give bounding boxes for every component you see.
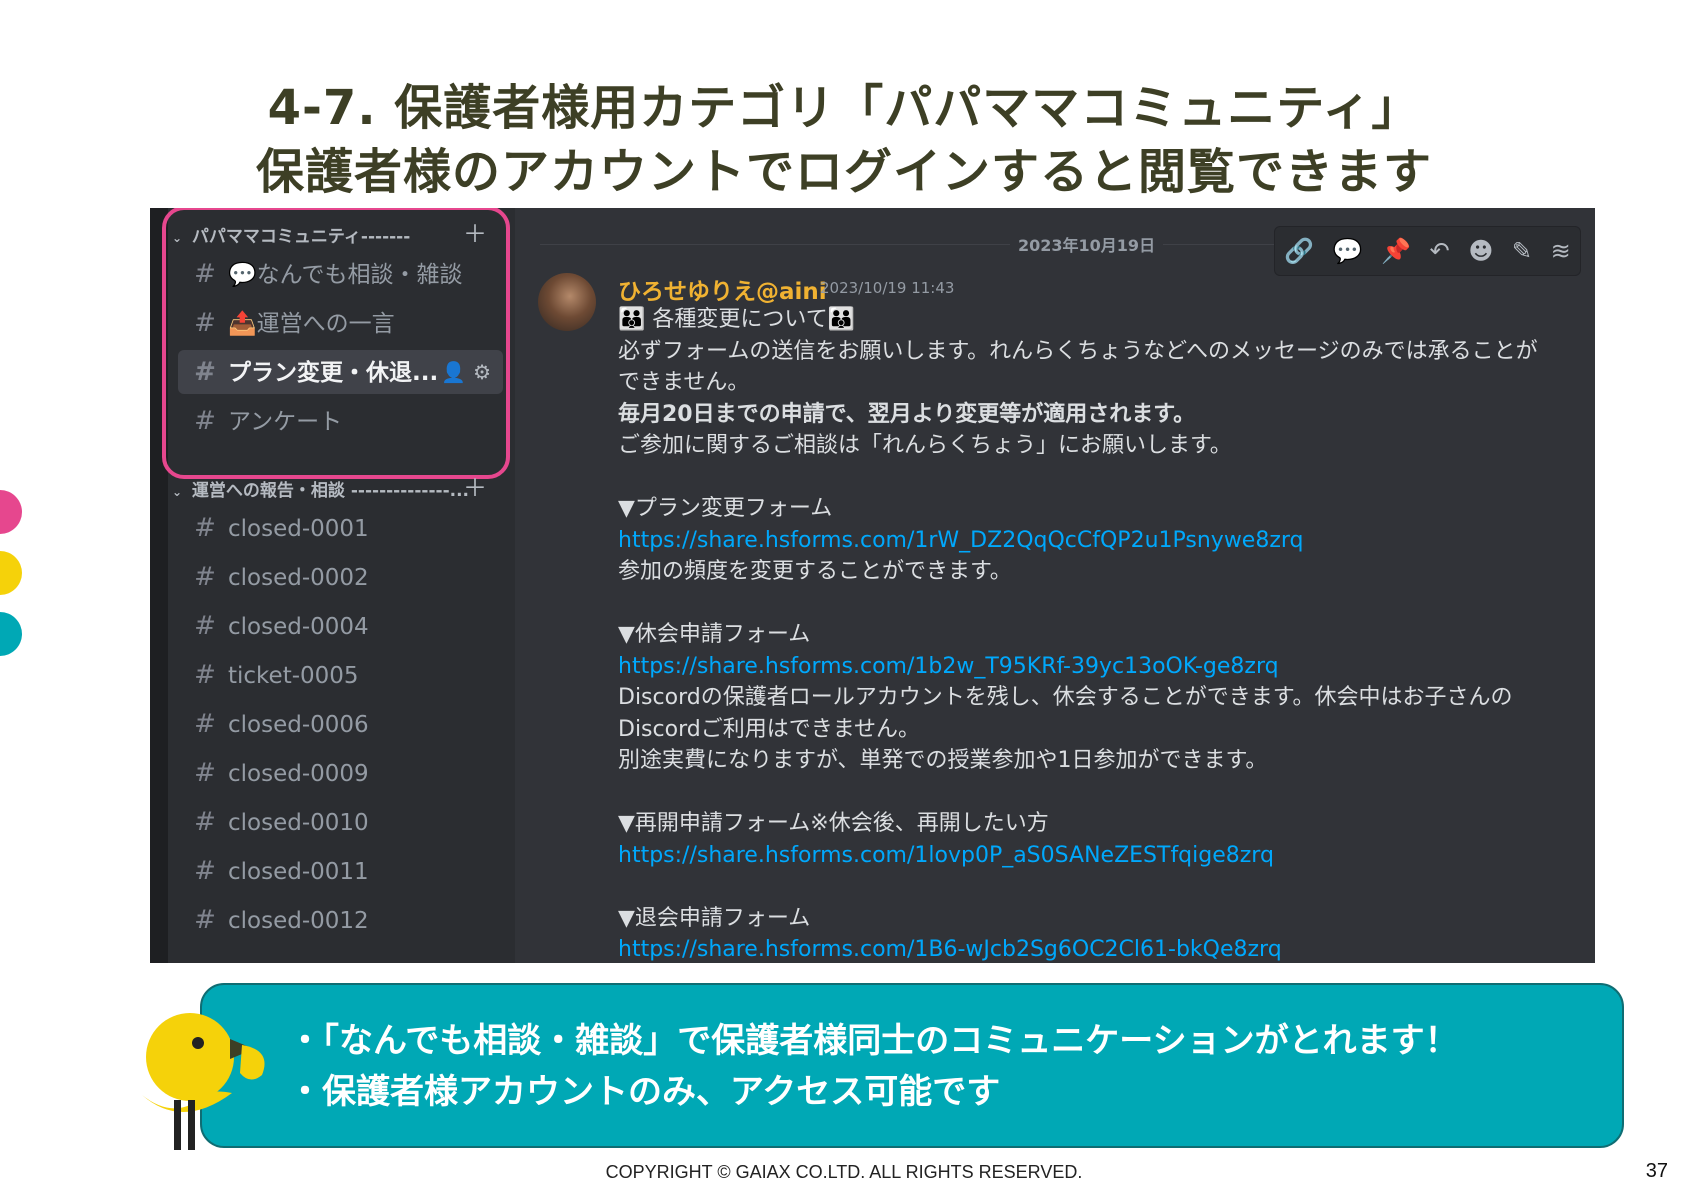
channel-label: closed-0010 (228, 810, 369, 836)
reply-icon[interactable]: ↶ (1430, 237, 1450, 265)
chevron-down-icon: ⌄ (172, 485, 183, 499)
more-icon[interactable]: ≋ (1551, 237, 1571, 265)
pin-icon[interactable]: 📌 (1381, 237, 1411, 265)
message-timestamp: 2023/10/19 11:43 (820, 279, 955, 297)
form-heading: ▼再開申請フォーム※休会後、再開したい方 (618, 811, 1049, 836)
message-line: できません。 (618, 370, 750, 395)
message-line: 👪 各種変更について👪 (618, 307, 856, 332)
message-line: 別途実費になりますが、単発での授業参加や1日参加ができます。 (618, 748, 1268, 773)
thread-icon[interactable]: 💬 (1333, 237, 1363, 265)
channel-label: closed-0011 (228, 859, 369, 885)
channel-label: closed-0001 (228, 516, 369, 542)
discord-screenshot: ⌄ パパママコミュニティ------- ＋ # 💬なんでも相談・雑談 # 📤運営への… (150, 208, 1595, 963)
channel-label: closed-0006 (228, 712, 369, 738)
category-report[interactable]: ⌄ 運営への報告・相談 --------------... (172, 476, 469, 501)
channel-closed-0002[interactable]: # closed-0002 (178, 555, 503, 599)
emoji-icon[interactable]: ☻ (1468, 237, 1493, 265)
message-action-bar: 🔗 💬 📌 ↶ ☻ ✎ ≋ (1274, 226, 1581, 276)
pink-dot (0, 490, 22, 534)
link-icon[interactable]: 🔗 (1284, 237, 1314, 265)
channel-label: closed-0012 (228, 908, 369, 934)
channel-lock-hash-icon: # (194, 905, 216, 935)
channel-label: ticket-0005 (228, 663, 359, 689)
message-author[interactable]: ひろせゆりえ@aini (618, 272, 827, 306)
channel-lock-hash-icon: # (194, 660, 216, 690)
channel-label: closed-0004 (228, 614, 369, 640)
form-heading: ▼休会申請フォーム (618, 622, 811, 647)
channel-lock-hash-icon: # (194, 562, 216, 592)
form-link[interactable]: https://share.hsforms.com/1B6-wJcb2Sg6OC… (618, 934, 1578, 963)
channel-closed-0010[interactable]: # closed-0010 (178, 800, 503, 844)
channel-lock-hash-icon: # (194, 611, 216, 641)
channel-closed-0012[interactable]: # closed-0012 (178, 898, 503, 942)
page-number: 37 (1645, 1160, 1668, 1182)
message-line: Discordの保護者ロールアカウントを残し、休会することができます。休会中はお… (618, 685, 1513, 710)
form-link[interactable]: https://share.hsforms.com/1b2w_T95KRf-39… (618, 651, 1578, 683)
copyright: COPYRIGHT © GAIAX CO.LTD. ALL RIGHTS RES… (605, 1162, 1083, 1182)
channel-closed-0001[interactable]: # closed-0001 (178, 506, 503, 550)
channel-ticket-0005[interactable]: # ticket-0005 (178, 653, 503, 697)
category-label: 運営への報告・相談 --------------... (191, 481, 469, 501)
message-line: 必ずフォームの送信をお願いします。れんらくちょうなどへのメッセージのみでは承るこ… (618, 338, 1538, 364)
teal-dot (0, 612, 22, 656)
form-link[interactable]: https://share.hsforms.com/1lovp0P_aS0SAN… (618, 840, 1578, 872)
callout-line1: ・「なんでも相談・雑談」で保護者様同士のコミュニケーションがとれます！ (288, 1021, 1459, 1061)
channel-closed-0006[interactable]: # closed-0006 (178, 702, 503, 746)
channel-lock-hash-icon: # (194, 856, 216, 886)
channel-label: closed-0009 (228, 761, 369, 787)
channel-label: closed-0002 (228, 565, 369, 591)
bird-mascot-icon (142, 1013, 265, 1150)
channel-lock-hash-icon: # (194, 709, 216, 739)
slide-title-line1: 4-7. 保護者様用カテゴリ「パパママコミュニティ」 (267, 80, 1421, 136)
message-line: 参加の頻度を変更することができます。 (618, 559, 1012, 584)
channel-lock-hash-icon: # (194, 807, 216, 837)
avatar[interactable] (538, 273, 596, 331)
channel-closed-0009[interactable]: # closed-0009 (178, 751, 503, 795)
form-heading: ▼退会申請フォーム (618, 905, 811, 931)
callout-line2: ・保護者様アカウントのみ、アクセス可能です (288, 1072, 1001, 1112)
channel-closed-0004[interactable]: # closed-0004 (178, 604, 503, 648)
message-body: 👪 各種変更について👪 必ずフォームの送信をお願いします。れんらくちょうなどへの… (618, 304, 1578, 963)
channel-closed-0011[interactable]: # closed-0011 (178, 849, 503, 893)
yellow-dot (0, 551, 22, 595)
edit-icon[interactable]: ✎ (1512, 237, 1532, 265)
date-divider: 2023年10月19日 (1010, 232, 1164, 256)
form-link[interactable]: https://share.hsforms.com/1rW_DZ2QqQcCfQ… (618, 525, 1578, 557)
form-heading: ▼プラン変更フォーム (618, 496, 833, 521)
channel-lock-hash-icon: # (194, 513, 216, 543)
message-line-bold: 毎月20日までの申請で、翌月より変更等が適用されます。 (618, 401, 1196, 427)
channel-sidebar: ⌄ パパママコミュニティ------- ＋ # 💬なんでも相談・雑談 # 📤運営への… (150, 208, 515, 963)
message-line: Discordご利用はできません。 (618, 716, 921, 742)
message-line: ご参加に関するご相談は「れんらくちょう」にお願いします。 (618, 433, 1232, 458)
add-channel-icon[interactable]: ＋ (463, 476, 487, 500)
highlight-frame (162, 208, 510, 479)
channel-lock-hash-icon: # (194, 758, 216, 788)
slide-title-line2: 保護者様のアカウントでログインすると閲覧できます (255, 144, 1432, 200)
